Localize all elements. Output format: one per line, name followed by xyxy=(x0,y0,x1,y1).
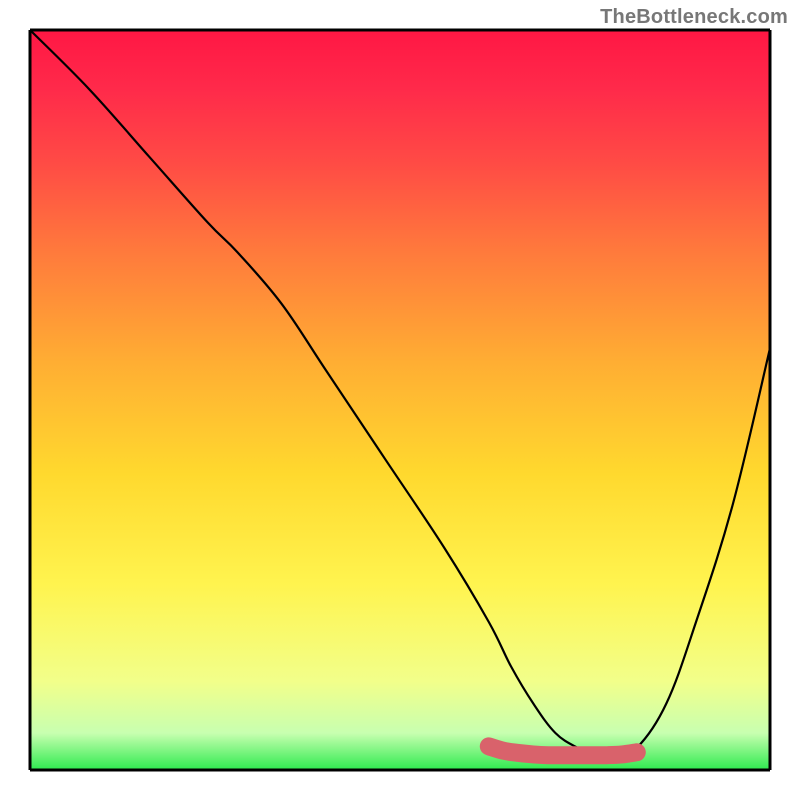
highlight-band xyxy=(489,746,637,755)
plot-background xyxy=(30,30,770,770)
bottleneck-chart xyxy=(0,0,800,800)
chart-container: TheBottleneck.com xyxy=(0,0,800,800)
watermark: TheBottleneck.com xyxy=(600,6,788,29)
